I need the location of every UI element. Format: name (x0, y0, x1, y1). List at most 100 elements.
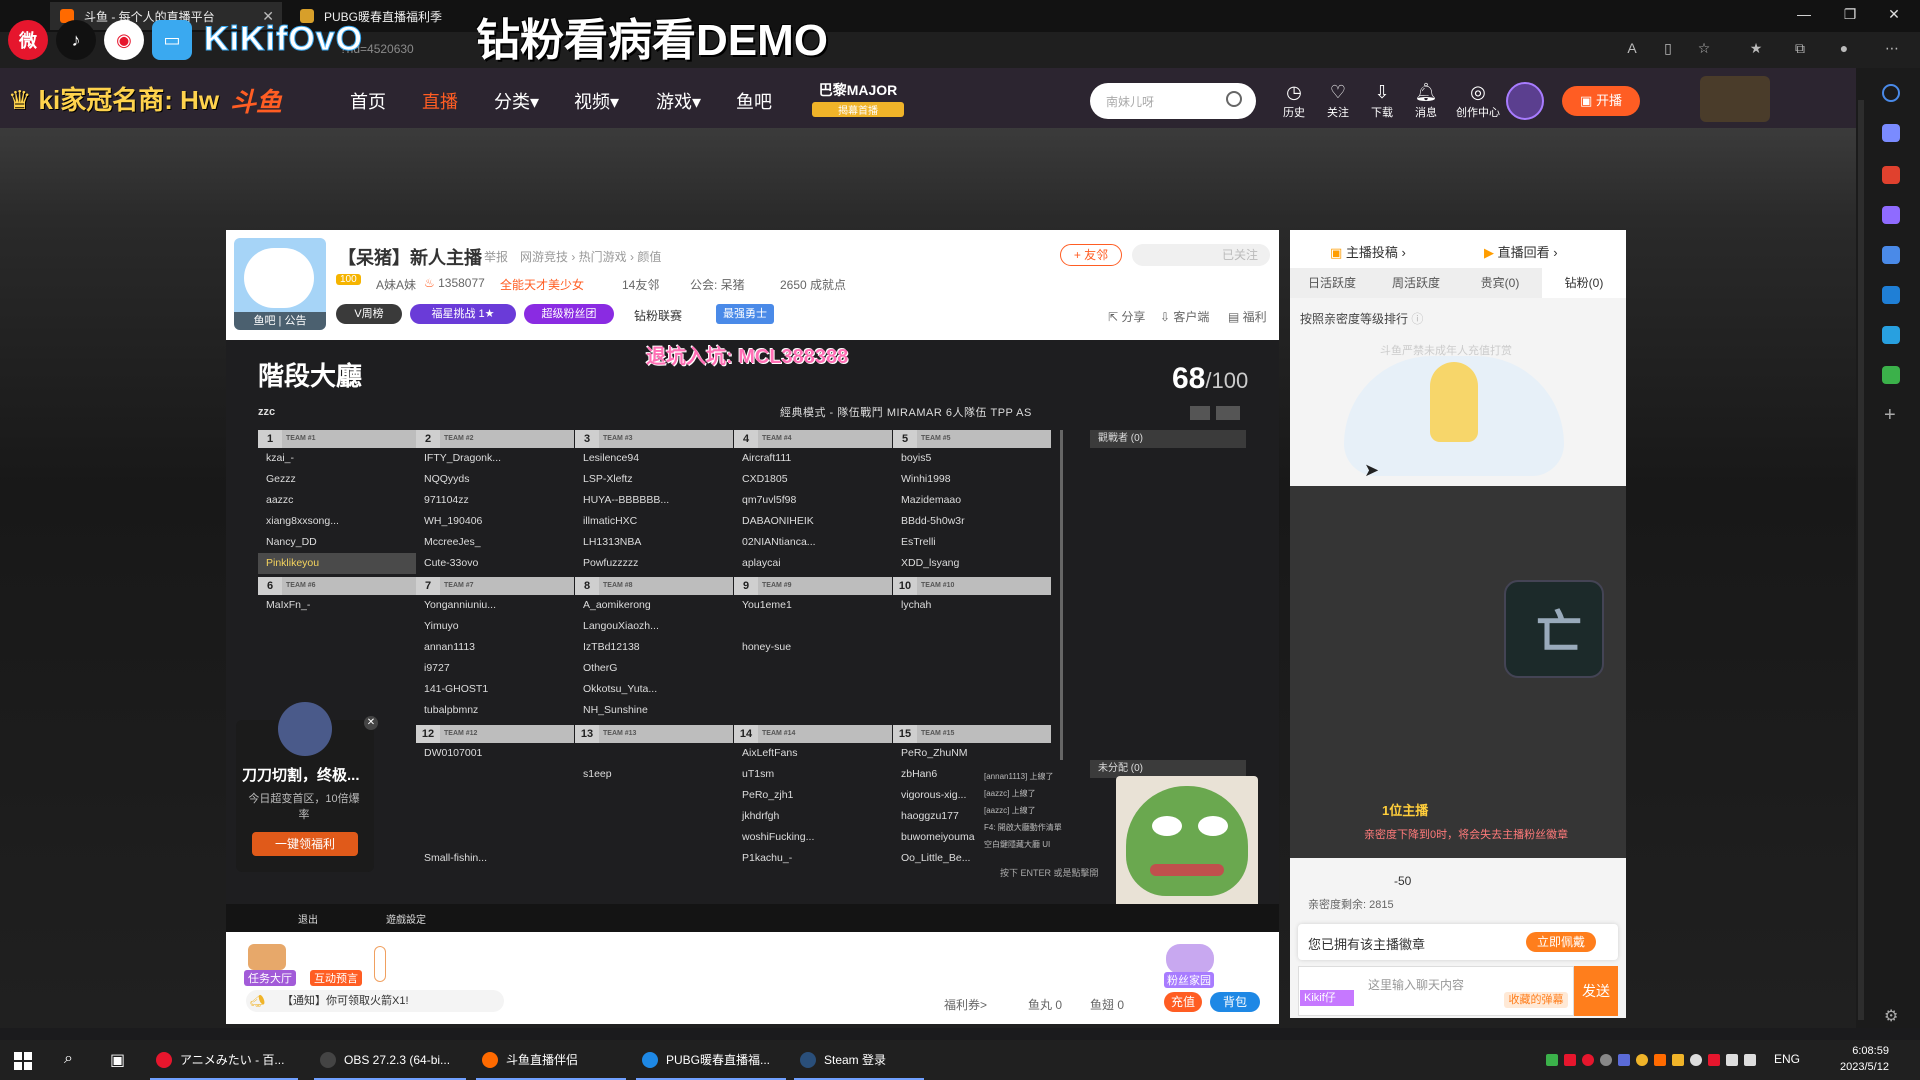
diamond-league-link[interactable]: 钻粉联赛 (634, 307, 682, 324)
fan-badge-tag[interactable]: Kikif仔 (1300, 990, 1354, 1006)
player-slot[interactable] (416, 806, 574, 827)
team-block[interactable]: 2 TEAM #2 IFTY_Dragonk... NQQyyds 971104zz WH… (416, 430, 574, 574)
team-block[interactable]: 5 TEAM #5 boyis5 Winhi1998 Mazidemaao BBdd-5h… (893, 430, 1051, 574)
sound-icon[interactable] (1744, 1054, 1756, 1066)
player-slot[interactable] (416, 785, 574, 806)
download-button[interactable]: ⇩ 下载 (1362, 82, 1402, 120)
player-slot[interactable]: LangouXiaozh... (575, 616, 733, 637)
player-slot[interactable]: 02NIANtianca... (734, 532, 892, 553)
settings-gear-icon[interactable]: ⚙ (1884, 1006, 1898, 1026)
tray-icon[interactable] (1582, 1054, 1594, 1066)
taskbar-app-anime[interactable]: アニメみたい - 百... (150, 1040, 298, 1080)
taskbar-app-edge[interactable]: PUBG暖春直播福... (636, 1040, 786, 1080)
favorite-star-icon[interactable]: ☆ (1694, 40, 1714, 60)
scrollbar[interactable] (1858, 100, 1864, 1020)
player-slot[interactable]: Small-fishin... (416, 848, 574, 869)
lock-icon[interactable] (1190, 406, 1210, 420)
search-side-icon[interactable] (1882, 84, 1900, 102)
tray-icon[interactable] (1672, 1054, 1684, 1066)
search-box[interactable]: 南妹儿呀 (1090, 83, 1256, 119)
major-banner[interactable]: 巴黎MAJOR 揭幕首播 (812, 80, 904, 120)
recharge-button[interactable]: 充值 (1164, 992, 1202, 1012)
windows-start-icon[interactable] (14, 1052, 32, 1070)
team-block[interactable]: 13 TEAM #13 s1eep (575, 725, 733, 785)
player-slot[interactable]: 971104zz (416, 490, 574, 511)
room-categories[interactable]: 网游竞技 › 热门游戏 › 颜值 (520, 248, 661, 265)
send-icon[interactable] (1882, 326, 1900, 344)
player-slot[interactable]: AixLeftFans (734, 743, 892, 764)
player-slot[interactable]: XDD_lsyang (893, 553, 1051, 574)
player-slot[interactable]: tubalpbmnz (416, 700, 574, 721)
reader-icon[interactable]: ▯ (1658, 40, 1678, 60)
games-icon[interactable] (1882, 206, 1900, 224)
team-block[interactable]: 3 TEAM #3 Lesilence94 LSP-Xleftz HUYA--BBBBB… (575, 430, 733, 574)
taskbar-app-obs[interactable]: OBS 27.2.3 (64-bi... (314, 1040, 466, 1080)
team-block[interactable]: 14 TEAM #14 AixLeftFans uT1sm PeRo_zjh1 jkhdr… (734, 725, 892, 869)
task-hall-button[interactable]: 任务大厅 (244, 970, 296, 986)
tools-icon[interactable] (1882, 166, 1900, 184)
add-icon[interactable]: + (1884, 404, 1896, 427)
ad-thumbnail[interactable]: 亡 (1504, 580, 1604, 678)
player-slot[interactable]: Cute-33ovo (416, 553, 574, 574)
minimize-icon[interactable]: — (1792, 6, 1816, 26)
player-slot[interactable]: LH1313NBA (575, 532, 733, 553)
lucky-star-pill[interactable]: 福星挑战 1★ (410, 304, 516, 324)
weekly-rank-pill[interactable]: V周榜 (336, 304, 402, 324)
player-slot[interactable]: EsTrelli (893, 532, 1051, 553)
player-slot[interactable]: honey-sue (734, 637, 892, 658)
douyu-logo[interactable]: 斗鱼 (230, 82, 282, 119)
team-block[interactable]: 9 TEAM #9 You1eme1 honey-sue (734, 577, 892, 658)
player-slot[interactable]: 141-GHOST1 (416, 679, 574, 700)
go-live-button[interactable]: ▣ 开播 (1562, 86, 1640, 116)
messages-button[interactable]: 🔔︎ 消息 (1406, 82, 1446, 120)
tab-vip[interactable]: 贵宾(0) (1458, 268, 1542, 298)
copilot-icon[interactable] (1882, 246, 1900, 264)
player-slot[interactable]: Pinklikeyou (258, 553, 416, 574)
exit-button[interactable]: 退出 (298, 911, 318, 926)
favorites-icon[interactable]: ★ (1746, 40, 1766, 60)
player-slot[interactable]: aplaycai (734, 553, 892, 574)
player-slot[interactable]: illmaticHXC (575, 511, 733, 532)
player-slot[interactable]: aazzc (258, 490, 416, 511)
team-block[interactable]: 1 TEAM #1 kzai_- Gezzz aazzc xiang8xxsong... N… (258, 430, 416, 574)
welfare-coupon[interactable]: 福利券> (944, 996, 987, 1013)
player-slot[interactable]: Aircraft111 (734, 448, 892, 469)
tab-weekly-activity[interactable]: 周活跃度 (1374, 268, 1458, 298)
player-slot[interactable]: NH_Sunshine (575, 700, 733, 721)
help-icon[interactable]: ⓘ (1411, 312, 1423, 326)
player-slot[interactable]: HUYA--BBBBBB... (575, 490, 733, 511)
player-slot[interactable]: IzTBd12138 (575, 637, 733, 658)
player-slot[interactable]: MccreeJes_ (416, 532, 574, 553)
player-slot[interactable]: BBdd-5h0w3r (893, 511, 1051, 532)
team-block[interactable]: 12 TEAM #12 DW0107001 Small-fishin... (416, 725, 574, 869)
history-button[interactable]: ◷ 历史 (1274, 82, 1314, 120)
mic-icon[interactable] (1690, 1054, 1702, 1066)
chat-input[interactable]: 这里输入聊天内容 (1368, 976, 1464, 993)
player-slot[interactable] (416, 827, 574, 848)
share-button[interactable]: ⇱ 分享 (1108, 308, 1145, 325)
search-icon[interactable] (1226, 91, 1242, 107)
player-slot[interactable]: PeRo_zjh1 (734, 785, 892, 806)
team-block[interactable]: 4 TEAM #4 Aircraft111 CXD1805 qm7uvl5f98 DABA… (734, 430, 892, 574)
player-slot[interactable]: A_aomikerong (575, 595, 733, 616)
nav-home[interactable]: 首页 (350, 88, 386, 114)
player-slot[interactable] (416, 764, 574, 785)
game-settings-button[interactable]: 遊戲設定 (386, 911, 426, 926)
nav-fishbar[interactable]: 鱼吧 (736, 88, 772, 114)
team-scrollbar[interactable] (1060, 430, 1063, 760)
shopping-icon[interactable] (1882, 124, 1900, 142)
tray-icon[interactable] (1618, 1054, 1630, 1066)
close-window-icon[interactable]: ✕ (1882, 6, 1906, 26)
player-slot[interactable]: LSP-Xleftz (575, 469, 733, 490)
close-icon[interactable]: ✕ (364, 716, 378, 730)
player-slot[interactable]: xiang8xxsong... (258, 511, 416, 532)
player-slot[interactable]: P1kachu_- (734, 848, 892, 869)
player-slot[interactable]: s1eep (575, 764, 733, 785)
player-slot[interactable]: Yonganniuniu... (416, 595, 574, 616)
ad-claim-button[interactable]: 一键领福利 (252, 832, 358, 856)
tray-icon[interactable] (1654, 1054, 1666, 1066)
tray-icon[interactable] (1600, 1054, 1612, 1066)
replay-link[interactable]: ▶ 直播回看 › (1484, 242, 1558, 261)
player-slot[interactable]: woshiFucking... (734, 827, 892, 848)
player-slot[interactable]: annan1113 (416, 637, 574, 658)
